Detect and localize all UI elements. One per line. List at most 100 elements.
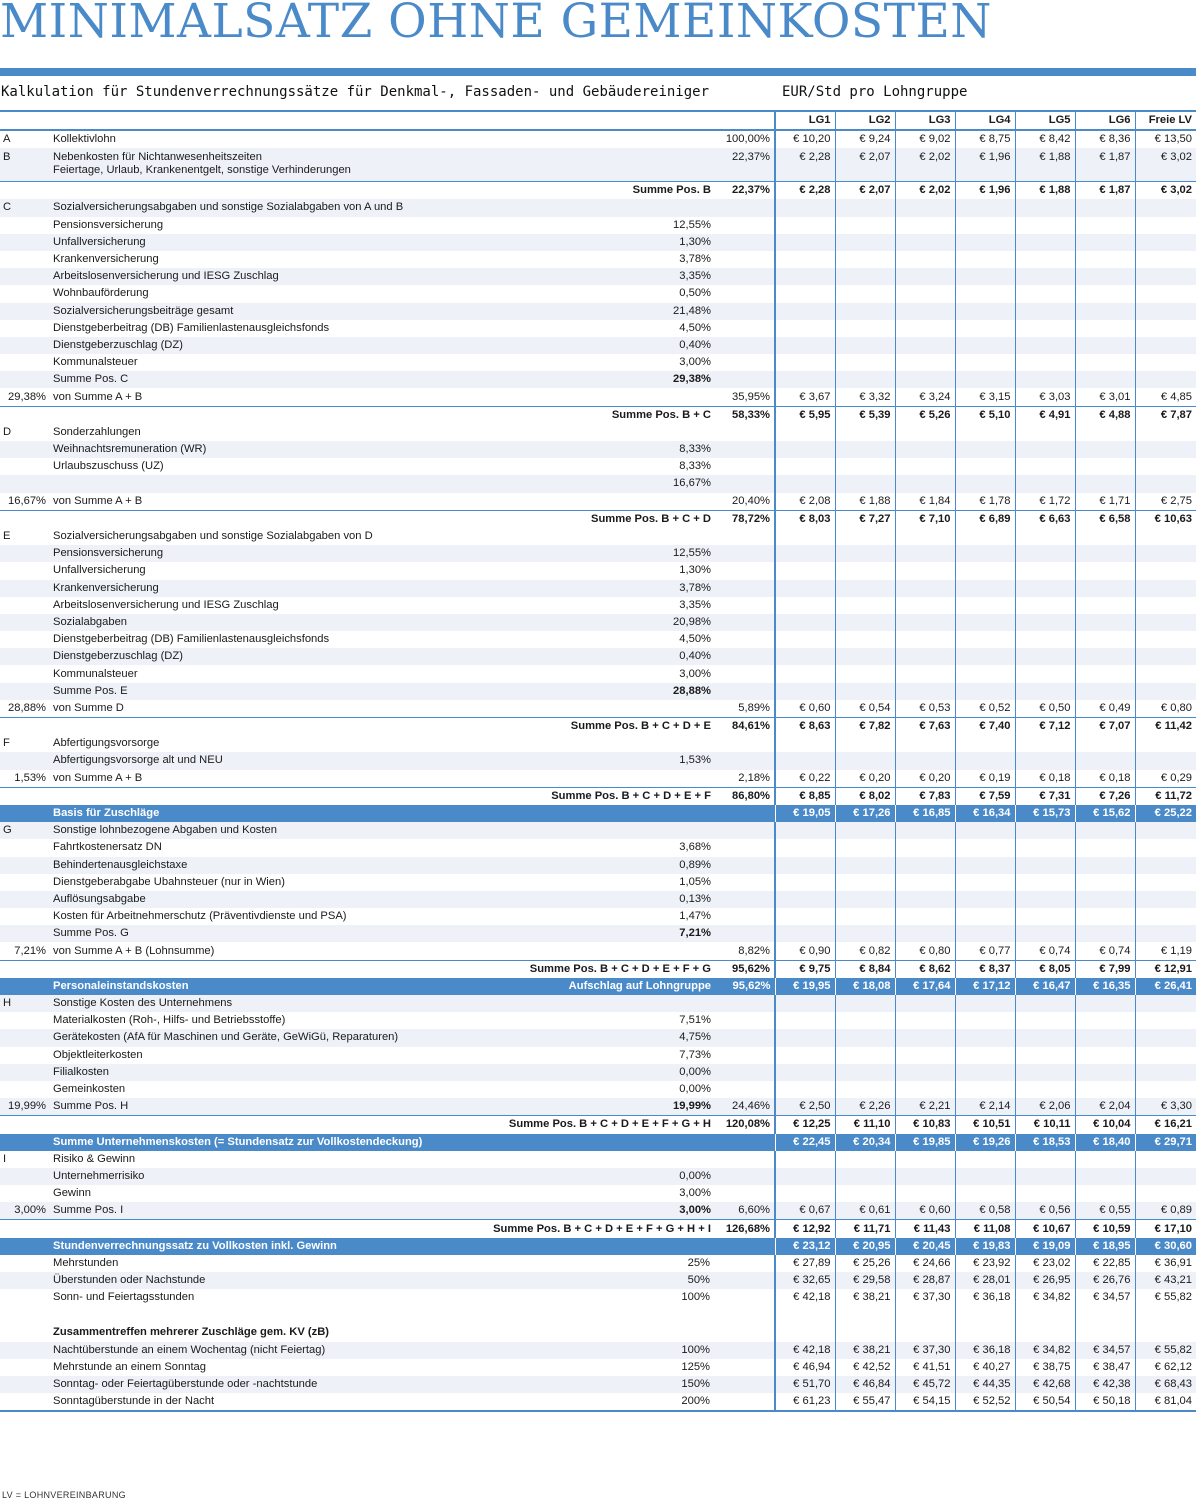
total-rate: 100,00% bbox=[725, 133, 770, 146]
surcharge-pct: 200% bbox=[660, 1393, 775, 1413]
lg-value-cell bbox=[894, 545, 955, 563]
lg-value-cell bbox=[834, 250, 895, 269]
lg-value-cell: € 2,08 bbox=[774, 492, 835, 511]
lg-value-cell bbox=[1134, 839, 1196, 857]
lg-value-cell: € 0,55 bbox=[1074, 1202, 1135, 1220]
share-pct: 8,33% bbox=[660, 441, 715, 459]
lg-value-cell bbox=[1074, 1185, 1135, 1203]
lg-value-cell bbox=[774, 1167, 835, 1186]
lg-value-cell bbox=[774, 856, 835, 874]
table-row: Objektleiterkosten 7,73% bbox=[0, 1046, 1196, 1064]
lg-value-cell bbox=[834, 1150, 895, 1168]
lg-value-cell: € 3,67 bbox=[774, 388, 835, 407]
highlight-row: Stundenverrechnungssatz zu Vollkosten in… bbox=[0, 1237, 1196, 1255]
row-label: Dienstgeberabgabe Ubahnsteuer (nur in Wi… bbox=[53, 875, 285, 888]
table-row: Wohnbauförderung 0,50% bbox=[0, 285, 1196, 303]
highlight-row: Personaleinstandskosten Aufschlag auf Loh… bbox=[0, 977, 1196, 995]
lg-value-cell: € 0,60 bbox=[894, 1202, 955, 1220]
row-label: Mehrstunde an einem Sonntag bbox=[53, 1360, 206, 1373]
row-code bbox=[0, 1029, 50, 1047]
table-row: A Kollektivlohn 100,00% € 10,20 € 9,24 € 9,02… bbox=[0, 130, 1196, 149]
lg-value-cell: € 5,10 bbox=[954, 405, 1015, 424]
subtotal-rate: 78,72% bbox=[715, 509, 775, 528]
share-pct: 4,50% bbox=[679, 321, 711, 334]
total-rate bbox=[715, 528, 775, 545]
lg-value-cell: € 26,41 bbox=[1134, 977, 1196, 995]
total-rate bbox=[715, 1029, 775, 1047]
lg-value-cell bbox=[894, 336, 955, 355]
lg-value-cell: € 3,32 bbox=[834, 388, 895, 407]
lg-value-cell: € 7,87 bbox=[1134, 405, 1196, 424]
lg-value-cell: € 19,05 bbox=[774, 804, 835, 823]
lg-value-cell bbox=[1014, 1150, 1075, 1168]
table-row: 1,53% von Summe A + B 2,18% € 0,22 € 0,20 € 0… bbox=[0, 769, 1196, 788]
lg-value-cell: € 8,62 bbox=[894, 959, 955, 978]
lg-value-cell: € 8,37 bbox=[954, 959, 1015, 978]
table-row: Überstunden oder Nachstunde 50% € 32,65 € 2… bbox=[0, 1272, 1196, 1290]
share-pct: 0,00% bbox=[660, 1167, 715, 1186]
unit-label: EUR/Std pro Lohngruppe bbox=[782, 84, 968, 100]
lg-value-cell bbox=[894, 631, 955, 649]
lg-value-cell bbox=[954, 545, 1015, 563]
table-row: Fahrtkostenersatz DN 3,68% bbox=[0, 839, 1196, 857]
lg-value-cell bbox=[1014, 1324, 1075, 1342]
lg-value-cell bbox=[954, 735, 1015, 753]
lg-value-cell: € 6,89 bbox=[954, 509, 1015, 528]
subtotal-rate: 58,33% bbox=[715, 405, 775, 424]
lg-value-cell: € 19,09 bbox=[1014, 1237, 1075, 1255]
lg-value-cell bbox=[774, 319, 835, 337]
row-code bbox=[0, 302, 50, 320]
total-rate bbox=[715, 217, 775, 234]
share-pct: 29,38% bbox=[660, 371, 715, 389]
lg-value-cell bbox=[894, 682, 955, 700]
lg-value-cell: € 19,95 bbox=[774, 977, 835, 995]
lg-value-cell: € 16,35 bbox=[1074, 977, 1135, 995]
lg-value-cell: € 2,07 bbox=[834, 148, 895, 182]
lg-value-cell: € 3,03 bbox=[1014, 388, 1075, 407]
table-body: A Kollektivlohn 100,00% € 10,20 € 9,24 € 9,02… bbox=[0, 130, 1196, 1413]
lg-value-cell bbox=[1134, 648, 1196, 666]
lg-value-cell bbox=[894, 527, 955, 546]
table-row: F Abfertigungsvorsorge bbox=[0, 735, 1196, 753]
lg-value-cell bbox=[1014, 199, 1075, 217]
lg-value-cell: € 7,10 bbox=[894, 509, 955, 528]
lg-value-cell: € 8,85 bbox=[774, 786, 835, 805]
lg-value-cell bbox=[834, 1046, 895, 1064]
subtotal-label: Summe Pos. B + C + D + E bbox=[0, 717, 715, 736]
row-code bbox=[0, 441, 50, 459]
lg-value-cell: € 8,36 bbox=[1074, 130, 1135, 149]
share-pct: 3,00% bbox=[660, 1202, 715, 1220]
lg-value-cell: € 12,92 bbox=[774, 1219, 835, 1238]
lg-value-cell bbox=[834, 1185, 895, 1203]
lg-value-cell: € 38,21 bbox=[834, 1289, 895, 1307]
lg-value-cell bbox=[774, 1080, 835, 1099]
table-row: Kommunalsteuer 3,00% bbox=[0, 354, 1196, 372]
total-rate bbox=[715, 371, 775, 389]
lg-value-cell bbox=[954, 285, 1015, 303]
lg-value-cell bbox=[1074, 839, 1135, 857]
highlight-label: Summe Unternehmenskosten (= Stundensatz … bbox=[50, 1133, 775, 1151]
share-pct bbox=[660, 148, 715, 182]
lg-value-cell bbox=[894, 285, 955, 303]
subtotal-label: Summe Pos. B + C + D + E + F bbox=[0, 786, 715, 805]
lg-value-cell bbox=[1014, 302, 1075, 320]
lg-value-cell: € 42,18 bbox=[774, 1341, 835, 1359]
row-label: Sozialversicherungsbeiträge gesamt bbox=[50, 302, 660, 320]
share-pct: 0,13% bbox=[660, 890, 715, 909]
lg-value-cell bbox=[1134, 354, 1196, 372]
lg-value-cell: € 16,85 bbox=[894, 804, 955, 823]
lg-value-cell bbox=[894, 579, 955, 597]
lg-value-cell: € 3,30 bbox=[1134, 1098, 1196, 1116]
table-row: 19,99% Summe Pos. H 19,99% 24,46% € 2,50 € 2,… bbox=[0, 1098, 1196, 1116]
subtotal-rate: 120,08% bbox=[715, 1115, 775, 1134]
row-code bbox=[0, 874, 50, 891]
row-code bbox=[0, 977, 50, 995]
share-pct bbox=[660, 1324, 715, 1341]
lg-value-cell: € 7,99 bbox=[1074, 959, 1135, 978]
lg-value-cell bbox=[1134, 1029, 1196, 1047]
lg-value-cell: € 0,74 bbox=[1074, 942, 1135, 961]
total-rate: 22,37% bbox=[715, 148, 775, 182]
share-pct: 1,47% bbox=[679, 910, 711, 923]
total-rate: 35,95% bbox=[732, 390, 770, 403]
total-rate bbox=[715, 839, 775, 856]
